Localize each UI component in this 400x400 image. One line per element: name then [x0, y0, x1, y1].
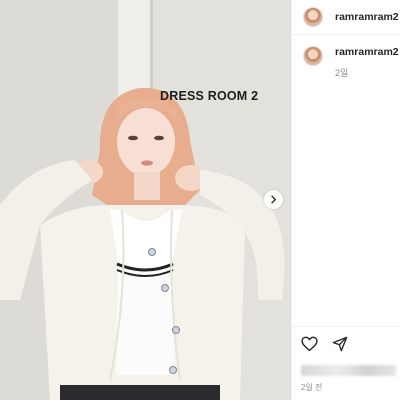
- post-time: 2일 전: [301, 383, 323, 392]
- likes-blurred: [301, 365, 396, 376]
- post-photo[interactable]: DRESS ROOM 2: [0, 0, 291, 400]
- caption-block: ramramram2 2일: [303, 46, 399, 79]
- heart-icon[interactable]: [301, 336, 318, 352]
- header-username[interactable]: ramramram2: [335, 11, 399, 23]
- avatar[interactable]: [303, 7, 323, 27]
- door-sign-text: DRESS ROOM 2: [160, 89, 259, 103]
- photo-illustration: [0, 0, 291, 400]
- post-side-panel: ramramram2 ramramram2 2일 2일 전: [291, 0, 400, 400]
- chevron-right-icon: [271, 195, 277, 204]
- next-photo-button[interactable]: [264, 190, 283, 209]
- send-icon[interactable]: [332, 336, 348, 352]
- post-header: ramramram2: [292, 0, 400, 35]
- caption-time: 2일: [335, 68, 349, 78]
- caption-avatar[interactable]: [303, 46, 323, 66]
- caption-username[interactable]: ramramram2: [335, 46, 399, 58]
- actions-bar: 2일 전: [292, 326, 400, 400]
